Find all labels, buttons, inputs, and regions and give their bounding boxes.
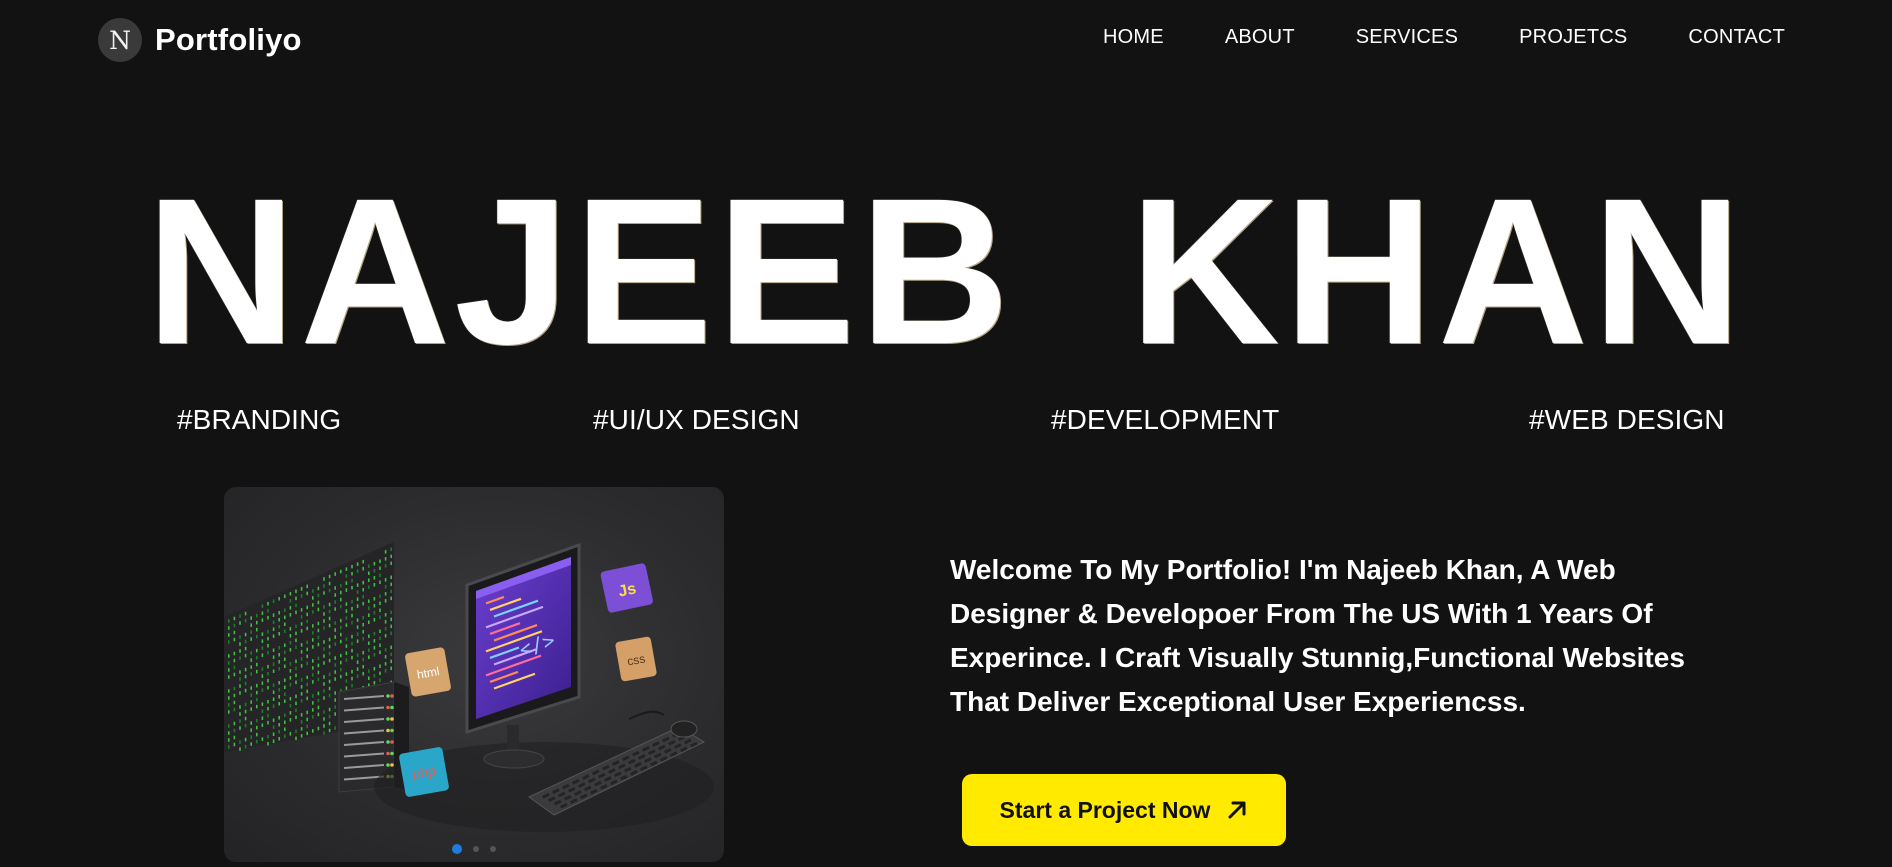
nav-projects[interactable]: PROJETCS bbox=[1519, 26, 1627, 49]
site-header: N Portfoliyo HOME ABOUT SERVICES PROJETC… bbox=[0, 0, 1892, 82]
nav-contact[interactable]: CONTACT bbox=[1688, 26, 1785, 49]
hero-name: NAJEEB KHAN bbox=[145, 156, 1747, 388]
start-project-label: Start a Project Now bbox=[999, 796, 1211, 823]
intro-text: Welcome To My Portfolio! I'm Najeeb Khan… bbox=[950, 554, 1685, 717]
start-project-button[interactable]: Start a Project Now bbox=[962, 774, 1286, 846]
arrow-up-right-icon bbox=[1228, 801, 1246, 819]
html-badge: html bbox=[405, 647, 451, 697]
php-badge: php bbox=[399, 747, 449, 797]
svg-text:Js: Js bbox=[617, 580, 638, 600]
slider-dot-3[interactable] bbox=[490, 846, 496, 852]
developer-workspace-illustration: </> Js css html php bbox=[224, 542, 714, 832]
tag-development: #DEVELOPMENT bbox=[1051, 404, 1280, 435]
hero-image-slider[interactable]: </> Js css html php bbox=[224, 487, 724, 862]
slider-dot-1[interactable] bbox=[452, 844, 462, 854]
nav-services[interactable]: SERVICES bbox=[1356, 26, 1458, 49]
tag-web-design: #WEB DESIGN bbox=[1529, 404, 1725, 435]
tag-branding: #BRANDING bbox=[177, 404, 342, 435]
js-badge: Js bbox=[600, 563, 653, 613]
slider-dot-2[interactable] bbox=[473, 846, 479, 852]
monitor: </> bbox=[465, 542, 581, 769]
main-nav: HOME ABOUT SERVICES PROJETCS CONTACT bbox=[1103, 26, 1785, 49]
css-badge: css bbox=[615, 636, 657, 682]
logo-badge-icon: N bbox=[98, 18, 142, 62]
nav-about[interactable]: ABOUT bbox=[1225, 26, 1295, 49]
nav-home[interactable]: HOME bbox=[1103, 26, 1164, 49]
slider-pagination bbox=[224, 844, 724, 854]
tag-uiux-design: #UI/UX DESIGN bbox=[593, 404, 800, 435]
mouse bbox=[670, 720, 698, 738]
brand-name: Portfoliyo bbox=[155, 22, 302, 57]
skill-tags: #BRANDING #UI/UX DESIGN #DEVELOPMENT #WE… bbox=[0, 404, 1892, 436]
logo-link[interactable]: N Portfoliyo bbox=[98, 18, 302, 62]
